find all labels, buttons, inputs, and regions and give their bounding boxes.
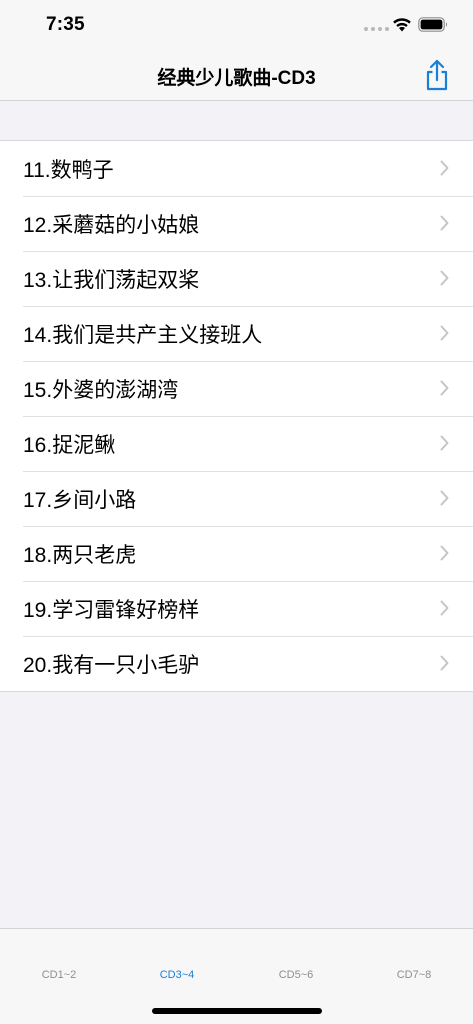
song-title: 20.我有一只小毛驴 [23,653,200,677]
chevron-right-icon [440,215,449,231]
list-item[interactable]: 19.学习雷锋好榜样 [0,581,473,636]
list-item[interactable]: 11.数鸭子 [0,141,473,196]
home-indicator [152,1008,322,1014]
song-title: 11.数鸭子 [23,158,114,182]
list-item[interactable]: 18.两只老虎 [0,526,473,581]
song-title: 16.捉泥鳅 [23,433,116,457]
song-title: 13.让我们荡起双桨 [23,268,200,292]
chevron-right-icon [440,545,449,561]
screen: 7:35 经典少儿歌曲-CD3 11.数鸭子 12.采蘑菇的小姑娘 13.让我们… [0,0,473,1024]
status-time: 7:35 [46,14,85,35]
wifi-icon [393,18,411,32]
list-item[interactable]: 20.我有一只小毛驴 [0,636,473,691]
song-title: 12.采蘑菇的小姑娘 [23,213,200,237]
list-item[interactable]: 12.采蘑菇的小姑娘 [0,196,473,251]
song-title: 17.乡间小路 [23,488,137,512]
page-title: 经典少儿歌曲-CD3 [157,68,316,89]
chevron-right-icon [440,600,449,616]
list-item[interactable]: 16.捉泥鳅 [0,416,473,471]
tab-cd7-8[interactable]: CD7~8 [355,969,473,981]
battery-icon [418,17,448,32]
chevron-right-icon [440,435,449,451]
navigation-bar: 经典少儿歌曲-CD3 [0,52,473,101]
cellular-signal-icon [364,27,389,31]
list-item[interactable]: 13.让我们荡起双桨 [0,251,473,306]
chevron-right-icon [440,325,449,341]
tab-cd5-6[interactable]: CD5~6 [237,969,355,981]
status-bar: 7:35 [0,0,473,52]
list-item[interactable]: 15.外婆的澎湖湾 [0,361,473,416]
chevron-right-icon [440,380,449,396]
tab-cd3-4[interactable]: CD3~4 [118,969,236,981]
song-list: 11.数鸭子 12.采蘑菇的小姑娘 13.让我们荡起双桨 14.我们是共产主义接… [0,140,473,692]
share-icon [426,59,448,91]
share-button[interactable] [420,57,454,93]
chevron-right-icon [440,655,449,671]
tab-cd1-2[interactable]: CD1~2 [0,969,118,981]
song-title: 14.我们是共产主义接班人 [23,323,263,347]
chevron-right-icon [440,160,449,176]
list-item[interactable]: 17.乡间小路 [0,471,473,526]
song-title: 15.外婆的澎湖湾 [23,378,179,402]
song-title: 19.学习雷锋好榜样 [23,598,200,622]
song-title: 18.两只老虎 [23,543,137,567]
list-item[interactable]: 14.我们是共产主义接班人 [0,306,473,361]
chevron-right-icon [440,270,449,286]
chevron-right-icon [440,490,449,506]
